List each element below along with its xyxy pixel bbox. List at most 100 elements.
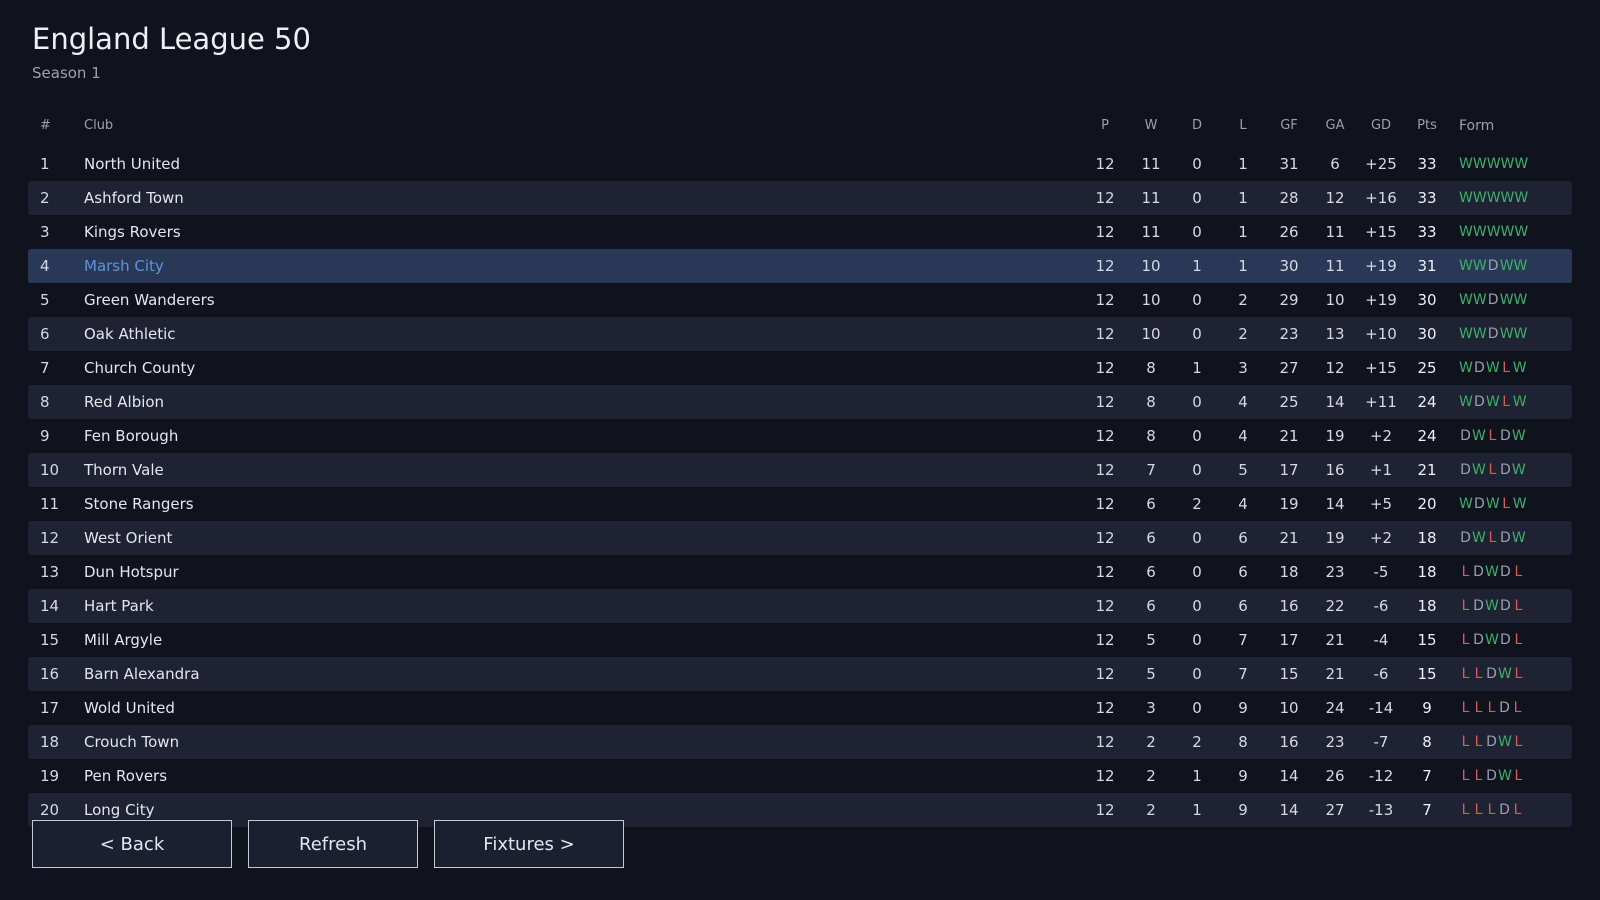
col-club-header: Club	[84, 118, 114, 133]
form-result: L	[1461, 768, 1470, 784]
goals-against: 12	[1325, 189, 1345, 207]
goal-difference: +19	[1365, 291, 1397, 309]
club-name: Green Wanderers	[84, 291, 215, 309]
form-result: L	[1514, 734, 1523, 750]
played: 12	[1095, 699, 1115, 717]
table-row[interactable]: 2 Ashford Town 12 11 0 1 28 12 +16 33 WWWWW	[28, 181, 1572, 215]
form-result: W	[1459, 258, 1473, 274]
goals-against: 22	[1325, 597, 1345, 615]
form-result: D	[1499, 598, 1511, 614]
goal-difference: -7	[1373, 733, 1389, 751]
table-row[interactable]: 1 North United 12 11 0 1 31 6 +25 33 WWWWW	[28, 147, 1572, 181]
won: 5	[1146, 631, 1156, 649]
table-row[interactable]: 19 Pen Rovers 12 2 1 9 14 26 -12 7 L L DW L	[28, 759, 1572, 793]
table-row[interactable]: 9 Fen Borough 12 8 0 4 21 19 +2 24 DW L DW	[28, 419, 1572, 453]
table-row[interactable]: 15 Mill Argyle 12 5 0 7 17 21 -4 15 L DWD L	[28, 623, 1572, 657]
form-result: D	[1499, 632, 1511, 648]
position: 16	[40, 665, 60, 683]
club-name: Pen Rovers	[84, 767, 168, 785]
form-result: D	[1487, 258, 1499, 274]
club-name: West Orient	[84, 529, 173, 547]
form-result: D	[1499, 462, 1511, 478]
lost: 7	[1238, 665, 1248, 683]
points: 33	[1417, 189, 1437, 207]
form-guide: LLLDL	[1459, 793, 1524, 827]
won: 3	[1146, 699, 1156, 717]
goals-for: 18	[1279, 563, 1299, 581]
lost: 4	[1238, 393, 1248, 411]
table-row[interactable]: 14 Hart Park 12 6 0 6 16 22 -6 18 L DWD L	[28, 589, 1572, 623]
goal-difference: -6	[1373, 597, 1389, 615]
col-played-header: P	[1101, 118, 1109, 133]
goal-difference: -13	[1368, 801, 1394, 819]
goals-for: 25	[1279, 393, 1299, 411]
points: 18	[1417, 529, 1437, 547]
form-result: W	[1514, 224, 1529, 240]
goal-difference: +2	[1369, 427, 1393, 445]
table-row[interactable]: 13 Dun Hotspur 12 6 0 6 18 23 -5 18 L DWD L	[28, 555, 1572, 589]
season-label: Season 1	[32, 64, 101, 82]
goal-difference: +25	[1365, 155, 1397, 173]
form-result: W	[1511, 462, 1526, 478]
position: 17	[40, 699, 60, 717]
goals-against: 21	[1325, 631, 1345, 649]
lost: 2	[1238, 291, 1248, 309]
form-result: L	[1474, 700, 1483, 716]
table-row[interactable]: 8 Red Albion 12 8 0 4 25 14 +11 24 WDW L W	[28, 385, 1572, 419]
form-result: L	[1514, 632, 1523, 648]
table-row[interactable]: 12 West Orient 12 6 0 6 21 19 +2 18 DW L DW	[28, 521, 1572, 555]
fixtures-button[interactable]: Fixtures >	[434, 820, 624, 868]
form-result: L	[1461, 598, 1470, 614]
table-row[interactable]: 16 Barn Alexandra 12 5 0 7 15 21 -6 15 L L DW L	[28, 657, 1572, 691]
goal-difference: +11	[1365, 393, 1397, 411]
table-row[interactable]: 3 Kings Rovers 12 11 0 1 26 11 +15 33 WWWWW	[28, 215, 1572, 249]
form-guide: L DWD L	[1459, 555, 1525, 589]
drawn: 0	[1192, 427, 1202, 445]
club-name: Thorn Vale	[84, 461, 164, 479]
refresh-button[interactable]: Refresh	[248, 820, 418, 868]
table-row[interactable]: 18 Crouch Town 12 2 2 8 16 23 -7 8 L L DW L	[28, 725, 1572, 759]
goals-against: 13	[1325, 325, 1345, 343]
position: 4	[40, 257, 50, 275]
goals-for: 14	[1279, 767, 1299, 785]
lost: 4	[1238, 495, 1248, 513]
table-row[interactable]: 17 Wold United 12 3 0 9 10 24 -14 9 L L L D L	[28, 691, 1572, 725]
form-result: D	[1499, 530, 1511, 546]
form-result: W	[1499, 258, 1514, 274]
goals-for: 31	[1279, 155, 1299, 173]
form-result: W	[1485, 564, 1499, 580]
played: 12	[1095, 733, 1115, 751]
form-guide: WWDWW	[1459, 317, 1527, 351]
won: 2	[1146, 767, 1156, 785]
form-result: W	[1498, 768, 1512, 784]
table-row[interactable]: 11 Stone Rangers 12 6 2 4 19 14 +5 20 WDW L W	[28, 487, 1572, 521]
points: 18	[1417, 597, 1437, 615]
form-result: D	[1486, 734, 1497, 750]
goals-for: 29	[1279, 291, 1299, 309]
drawn: 0	[1192, 189, 1202, 207]
played: 12	[1095, 291, 1115, 309]
form-result: L	[1461, 666, 1470, 682]
col-won-header: W	[1144, 118, 1158, 133]
form-guide: WWWWW	[1459, 147, 1528, 181]
col-drawn-header: D	[1191, 118, 1202, 133]
position: 5	[40, 291, 50, 309]
club-name: Oak Athletic	[84, 325, 176, 343]
points: 33	[1417, 155, 1437, 173]
drawn: 2	[1192, 495, 1202, 513]
club-name: Mill Argyle	[84, 631, 163, 649]
form-result: W	[1511, 428, 1526, 444]
back-button[interactable]: < Back	[32, 820, 232, 868]
form-result: W	[1511, 530, 1526, 546]
form-result: W	[1459, 326, 1473, 342]
position: 11	[40, 495, 60, 513]
form-result: D	[1473, 598, 1484, 614]
table-row[interactable]: 5 Green Wanderers 12 10 0 2 29 10 +19 30 WWDWW	[28, 283, 1572, 317]
table-row[interactable]: 6 Oak Athletic 12 10 0 2 23 13 +10 30 WWDWW	[28, 317, 1572, 351]
table-row[interactable]: 4 Marsh City 12 10 1 1 30 11 +19 31 WWDWW	[28, 249, 1572, 283]
lost: 1	[1238, 223, 1248, 241]
drawn: 2	[1192, 733, 1202, 751]
table-row[interactable]: 7 Church County 12 8 1 3 27 12 +15 25 WDW L W	[28, 351, 1572, 385]
table-row[interactable]: 10 Thorn Vale 12 7 0 5 17 16 +1 21 DW L DW	[28, 453, 1572, 487]
form-result: W	[1459, 156, 1473, 172]
